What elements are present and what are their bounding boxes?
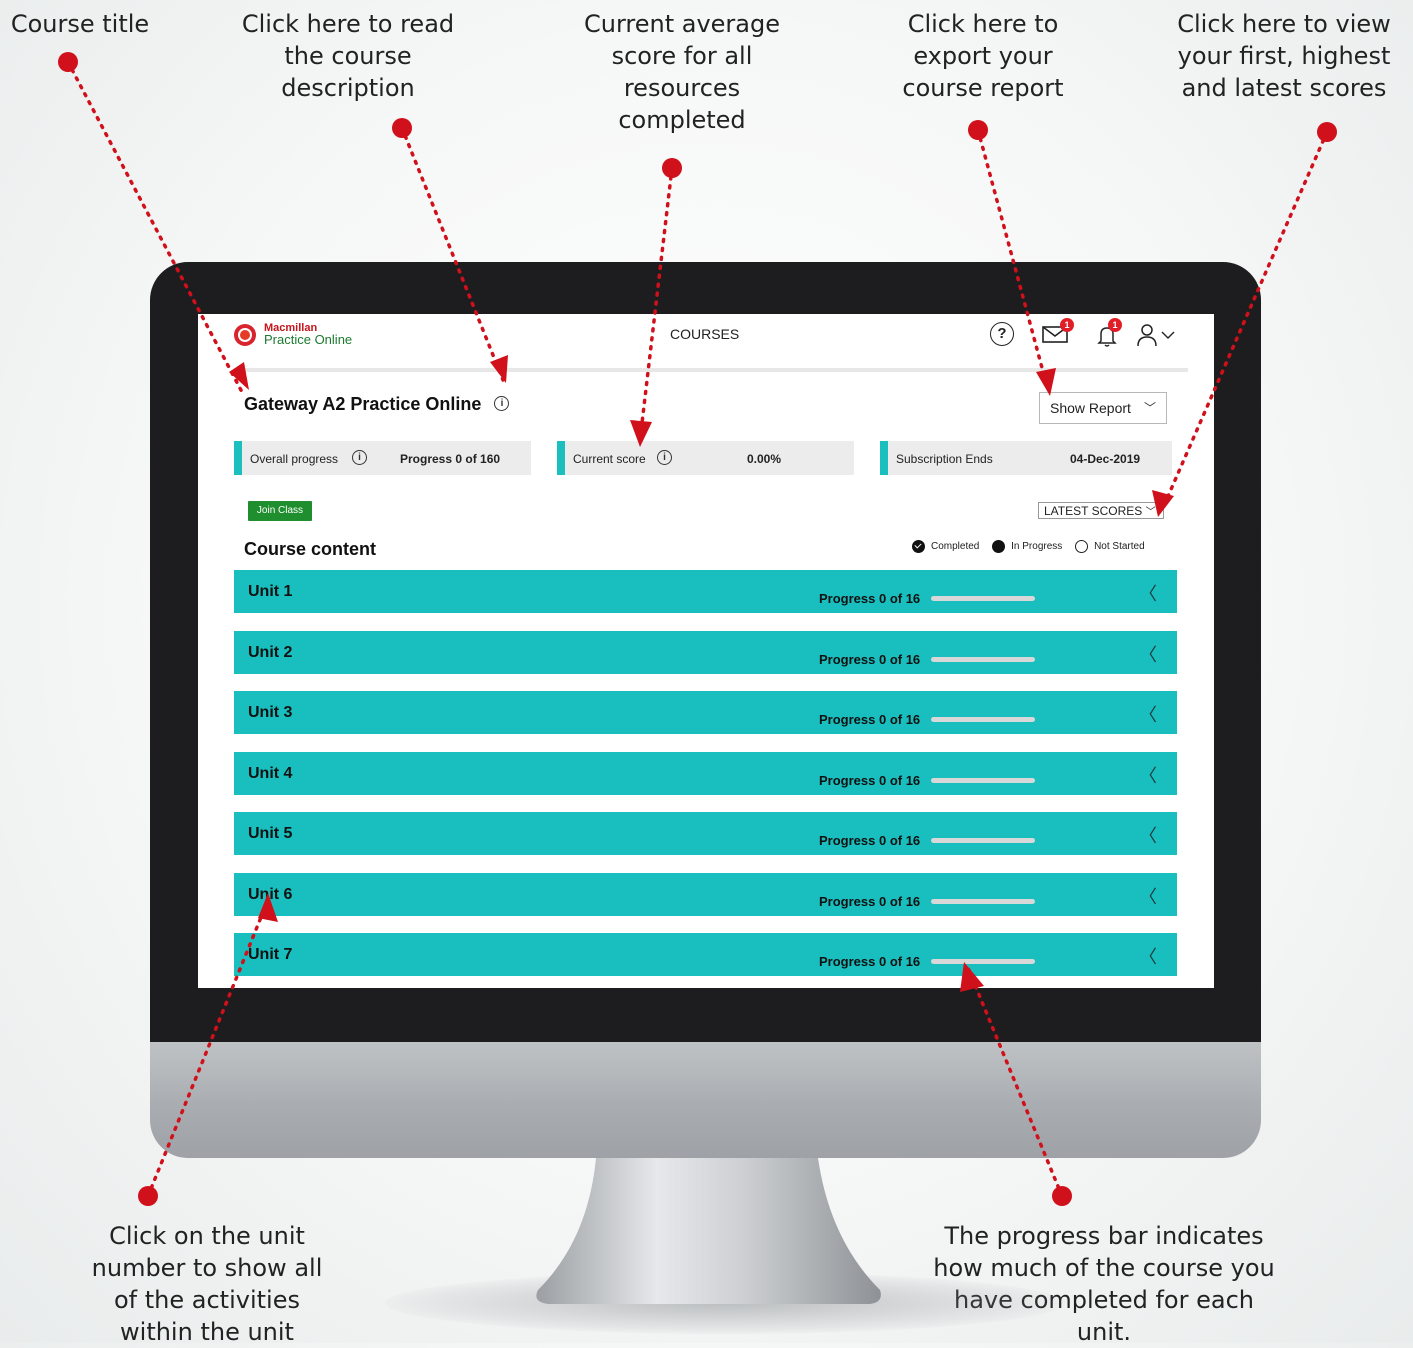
unit-progress-bar — [931, 717, 1035, 722]
user-menu-icon[interactable] — [1136, 322, 1180, 348]
course-content-heading: Course content — [244, 539, 377, 559]
legend-not-started: Not Started — [1094, 541, 1145, 553]
unit-row[interactable]: Unit 6 Progress 0 of 16 〈 — [234, 872, 1177, 916]
overall-progress-info-icon[interactable]: i — [352, 450, 367, 465]
subscription-label: Subscription Ends — [896, 452, 993, 466]
unit-progress-bar — [931, 898, 1035, 904]
latest-scores-label: LATEST SCORES — [1044, 504, 1143, 518]
app-screen: Macmillan Practice Online COURSES ? 1 1 … — [198, 314, 1214, 988]
unit-label[interactable]: Unit 7 — [248, 946, 292, 964]
logo-line2: Practice Online — [264, 332, 353, 347]
unit-progress-text: Progress 0 of 16 — [819, 833, 921, 848]
latest-scores-dropdown[interactable]: LATEST SCORES ﹀ — [1038, 502, 1164, 519]
unit-progress-text: Progress 0 of 16 — [819, 893, 921, 909]
unit-progress-bar — [931, 596, 1035, 601]
chevron-left-icon[interactable]: 〈 — [1139, 883, 1157, 909]
legend-in-progress: In Progress — [1011, 541, 1063, 553]
unit-label[interactable]: Unit 3 — [248, 704, 292, 722]
show-report-dropdown[interactable]: Show Report ﹀ — [1039, 392, 1167, 424]
macmillan-logo[interactable]: Macmillan Practice Online — [234, 322, 354, 348]
unit-row[interactable]: Unit 4 Progress 0 of 16 〈 — [234, 751, 1177, 795]
chevron-left-icon[interactable]: 〈 — [1139, 701, 1157, 727]
chevron-left-icon[interactable]: 〈 — [1139, 943, 1157, 969]
show-report-label: Show Report — [1050, 400, 1131, 416]
mail-icon[interactable]: 1 — [1042, 318, 1074, 343]
unit-progress-bar — [931, 959, 1035, 964]
macmillan-logo-icon — [234, 324, 256, 346]
help-icon[interactable]: ? — [990, 322, 1014, 346]
current-score-value: 0.00% — [747, 452, 782, 466]
status-legend: Completed In Progress Not Started — [912, 540, 1155, 553]
subscription-card: Subscription Ends 04-Dec-2019 — [880, 441, 1172, 475]
unit-label[interactable]: Unit 5 — [248, 825, 292, 843]
unit-progress-bar — [931, 777, 1035, 783]
unit-progress-bar — [931, 656, 1035, 662]
current-score-card: Current score i 0.00% — [557, 441, 854, 475]
unit-label[interactable]: Unit 6 — [248, 886, 292, 904]
unit-label[interactable]: Unit 1 — [248, 583, 292, 601]
chevron-down-icon: ﹀ — [1145, 507, 1156, 518]
unit-label[interactable]: Unit 2 — [248, 644, 292, 662]
chevron-left-icon[interactable]: 〈 — [1139, 641, 1157, 667]
unit-progress-text: Progress 0 of 16 — [819, 772, 921, 788]
unit-row[interactable]: Unit 7 Progress 0 of 16 〈 — [234, 933, 1177, 976]
unit-row[interactable]: Unit 5 Progress 0 of 16 〈 — [234, 812, 1177, 855]
overall-progress-value: Progress 0 of 160 — [400, 452, 501, 466]
unit-row[interactable]: Unit 2 Progress 0 of 16 〈 — [234, 630, 1177, 674]
legend-completed: Completed — [931, 541, 980, 553]
completed-icon — [912, 540, 925, 553]
header-divider — [234, 368, 1188, 372]
unit-row[interactable]: Unit 1 Progress 0 of 16 〈 — [234, 570, 1177, 613]
join-class-button[interactable]: Join Class — [248, 501, 312, 521]
chevron-left-icon[interactable]: 〈 — [1139, 822, 1157, 848]
unit-progress-text: Progress 0 of 16 — [819, 591, 921, 606]
unit-progress-text: Progress 0 of 16 — [819, 712, 921, 727]
bell-badge: 1 — [1108, 318, 1122, 332]
course-info-icon[interactable]: i — [494, 395, 510, 411]
chevron-left-icon[interactable]: 〈 — [1139, 580, 1157, 606]
not-started-icon — [1075, 540, 1089, 553]
course-title: Gateway A2 Practice Online i — [244, 394, 510, 415]
overall-progress-label: Overall progress — [250, 452, 339, 466]
overall-progress-card: Overall progress i Progress 0 of 160 — [234, 441, 531, 475]
in-progress-icon — [992, 540, 1006, 553]
current-score-info-icon[interactable]: i — [657, 450, 672, 465]
unit-row[interactable]: Unit 3 Progress 0 of 16 〈 — [234, 691, 1177, 734]
unit-list: Unit 1 Progress 0 of 16 〈 Unit 2 Progres… — [234, 570, 1177, 988]
chevron-left-icon[interactable]: 〈 — [1139, 762, 1157, 788]
bell-icon[interactable]: 1 — [1096, 318, 1122, 348]
mail-badge: 1 — [1060, 318, 1074, 332]
chevron-down-icon: ﹀ — [1143, 401, 1156, 415]
monitor-chin — [150, 1042, 1261, 1158]
unit-progress-text: Progress 0 of 16 — [819, 954, 921, 969]
subscription-value: 04-Dec-2019 — [1070, 452, 1141, 466]
nav-courses[interactable]: COURSES — [670, 326, 739, 342]
unit-label[interactable]: Unit 4 — [248, 765, 292, 783]
current-score-label: Current score — [573, 452, 646, 466]
unit-progress-bar — [931, 838, 1035, 843]
unit-progress-text: Progress 0 of 16 — [819, 651, 921, 667]
course-title-text: Gateway A2 Practice Online — [244, 394, 482, 414]
